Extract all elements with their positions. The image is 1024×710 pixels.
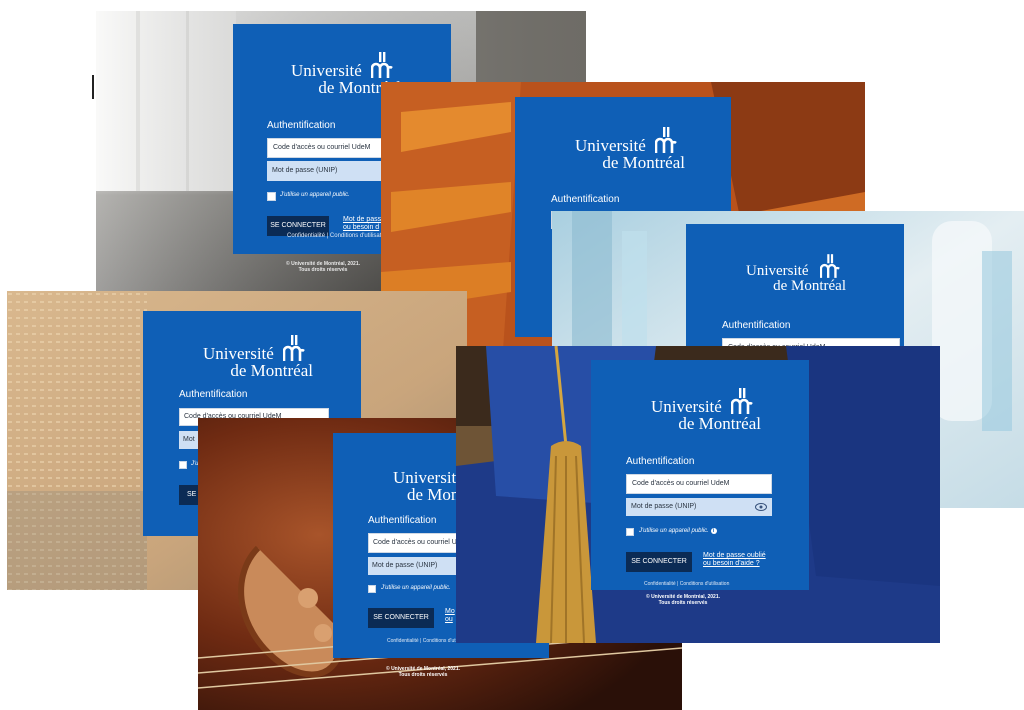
username-input-f[interactable]: Code d'accès ou courriel UdeM bbox=[626, 474, 772, 494]
public-device-label: J'utilise un appareil public. bbox=[280, 192, 350, 198]
footer-links-f[interactable]: Confidentialité | Conditions d'utilisati… bbox=[644, 581, 729, 587]
login-panel-graduation: Université de Montréal Authentification … bbox=[591, 360, 809, 590]
connect-button-f[interactable]: SE CONNECTER bbox=[626, 552, 692, 572]
public-device-label-f: J'utilise un appareil public. i bbox=[639, 528, 717, 534]
public-device-checkbox-d[interactable] bbox=[179, 461, 187, 469]
university-logo-c: Université de Montréal bbox=[746, 254, 846, 294]
text-cursor bbox=[92, 75, 94, 99]
connect-button-e[interactable]: SE CONNECTER bbox=[368, 608, 434, 628]
help-link-e[interactable]: Mo ou bbox=[445, 608, 455, 624]
info-icon[interactable]: i bbox=[710, 528, 717, 534]
login-panel-lab: Université de Montréal Authentification … bbox=[686, 224, 904, 364]
show-password-icon[interactable] bbox=[755, 503, 767, 511]
help-link[interactable]: Mot de pass ou besoin d bbox=[343, 216, 381, 232]
copyright-f: © Université de Montréal, 2021. Tous droi… bbox=[646, 594, 720, 607]
password-placeholder: Mot de passe (UNIP) bbox=[631, 503, 697, 510]
public-device-checkbox-f[interactable] bbox=[626, 528, 634, 536]
public-device-checkbox-e[interactable] bbox=[368, 585, 376, 593]
footer-links[interactable]: Confidentialité | Conditions d'utilisat bbox=[287, 233, 381, 239]
university-logo-d: Université de Montréal bbox=[203, 335, 313, 379]
university-logo-f: Université de Montréal bbox=[651, 388, 761, 432]
auth-heading-f: Authentification bbox=[626, 456, 695, 467]
auth-heading-d: Authentification bbox=[179, 389, 248, 400]
public-device-checkbox[interactable] bbox=[267, 192, 276, 201]
university-logo-b: Université de Montréal bbox=[575, 127, 685, 171]
login-screenshot-graduation: Université de Montréal Authentification … bbox=[456, 346, 940, 643]
auth-heading-b: Authentification bbox=[551, 194, 620, 205]
public-device-label-e: J'utilise un appareil public. bbox=[381, 585, 451, 591]
copyright: © Université de Montréal, 2021. Tous droi… bbox=[286, 261, 360, 274]
university-emblem-icon bbox=[655, 127, 677, 153]
university-emblem-icon bbox=[731, 388, 753, 414]
password-input-f[interactable]: Mot de passe (UNIP) bbox=[626, 498, 772, 516]
university-emblem-icon bbox=[820, 254, 840, 278]
university-emblem-icon bbox=[371, 52, 393, 78]
auth-heading: Authentification bbox=[267, 120, 336, 131]
help-link-f[interactable]: Mot de passe oublié ou besoin d'aide ? bbox=[703, 552, 766, 568]
auth-heading-e: Authentification bbox=[368, 515, 437, 526]
copyright-e: © Université de Montréal, 2021. Tous droi… bbox=[386, 666, 460, 679]
auth-heading-c: Authentification bbox=[722, 320, 791, 331]
university-emblem-icon bbox=[283, 335, 305, 361]
